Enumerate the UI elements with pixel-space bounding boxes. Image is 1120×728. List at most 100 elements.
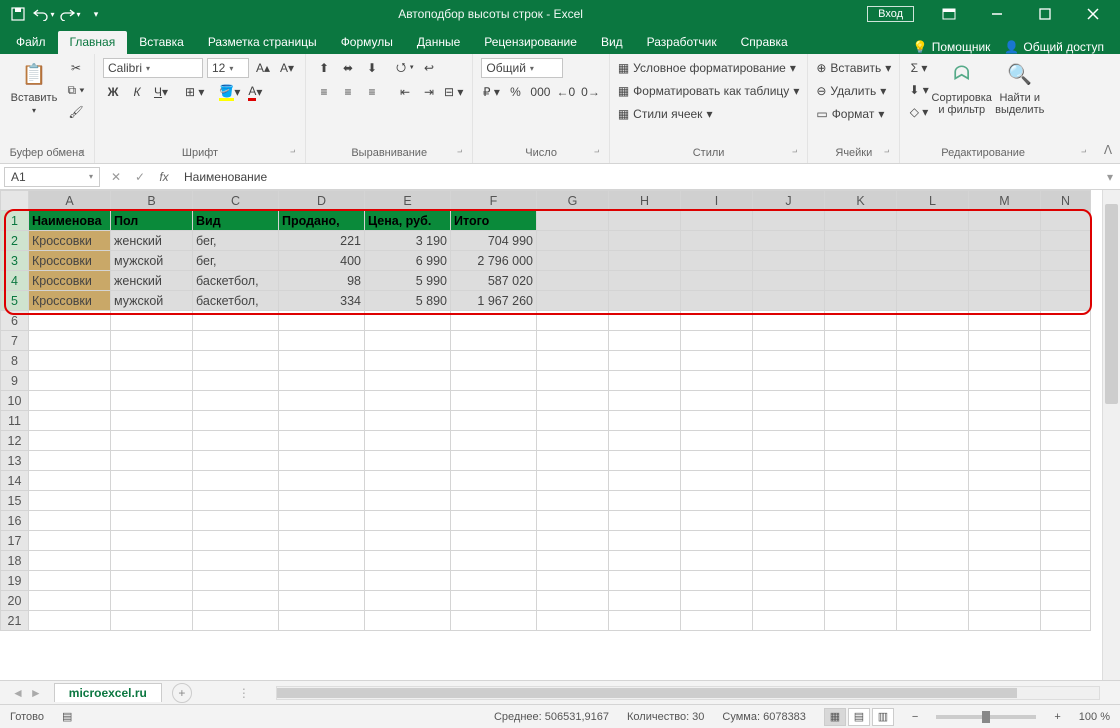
cell[interactable] (753, 311, 825, 331)
cell[interactable] (897, 511, 969, 531)
row-header[interactable]: 13 (1, 451, 29, 471)
cell[interactable] (537, 531, 609, 551)
cell[interactable] (537, 451, 609, 471)
row-header[interactable]: 17 (1, 531, 29, 551)
cell[interactable] (681, 591, 753, 611)
cell[interactable] (681, 231, 753, 251)
cell[interactable] (537, 211, 609, 231)
cell[interactable] (609, 451, 681, 471)
cell[interactable] (537, 611, 609, 631)
cell[interactable]: Вид (193, 211, 279, 231)
formula-input[interactable]: Наименование (176, 170, 1100, 184)
cell[interactable] (111, 571, 193, 591)
cell[interactable] (537, 231, 609, 251)
cell-styles-button[interactable]: ▦Стили ячеек ▾ (618, 104, 713, 124)
cell[interactable]: Цена, руб. (365, 211, 451, 231)
cell[interactable] (609, 591, 681, 611)
cell[interactable]: Кроссовки (29, 291, 111, 311)
cell[interactable] (681, 451, 753, 471)
column-header[interactable]: C (193, 191, 279, 211)
cell[interactable] (111, 331, 193, 351)
align-center-icon[interactable]: ≡ (338, 82, 358, 102)
cell[interactable] (969, 431, 1041, 451)
fill-icon[interactable]: ⬇ ▾ (908, 80, 929, 100)
view-page-layout-icon[interactable]: ▤ (848, 708, 870, 726)
sort-filter-button[interactable]: ᗣ Сортировка и фильтр (936, 58, 988, 116)
cell[interactable] (753, 271, 825, 291)
cell[interactable] (193, 311, 279, 331)
cell[interactable] (537, 311, 609, 331)
shrink-font-icon[interactable]: A▾ (277, 58, 297, 78)
cell[interactable] (537, 431, 609, 451)
cell[interactable]: 2 796 000 (451, 251, 537, 271)
cell[interactable] (969, 231, 1041, 251)
decrease-decimal-icon[interactable]: 0→ (580, 82, 601, 102)
cell[interactable] (1041, 331, 1091, 351)
format-cells-button[interactable]: ▭Формат ▾ (816, 104, 884, 124)
cell[interactable]: 400 (279, 251, 365, 271)
cell[interactable]: Итого (451, 211, 537, 231)
cell[interactable] (193, 331, 279, 351)
align-top-icon[interactable]: ⬆ (314, 58, 334, 78)
cell[interactable] (825, 551, 897, 571)
wrap-icon[interactable]: ↩ (419, 58, 439, 78)
cell[interactable] (681, 291, 753, 311)
cell[interactable] (279, 531, 365, 551)
column-header[interactable]: K (825, 191, 897, 211)
cell[interactable] (451, 511, 537, 531)
cell[interactable] (537, 411, 609, 431)
zoom-slider[interactable] (936, 715, 1036, 719)
cell[interactable] (1041, 271, 1091, 291)
redo-icon[interactable]: ▾ (58, 2, 82, 26)
cell[interactable] (825, 271, 897, 291)
cell[interactable] (969, 531, 1041, 551)
cell[interactable] (279, 471, 365, 491)
cell[interactable] (365, 451, 451, 471)
cell[interactable] (753, 431, 825, 451)
cell[interactable] (111, 551, 193, 571)
tab-view[interactable]: Вид (589, 31, 635, 54)
cell[interactable] (365, 511, 451, 531)
column-header[interactable]: G (537, 191, 609, 211)
cell[interactable] (365, 331, 451, 351)
tab-help[interactable]: Справка (729, 31, 800, 54)
row-header[interactable]: 12 (1, 431, 29, 451)
cell[interactable] (969, 251, 1041, 271)
cell[interactable] (537, 571, 609, 591)
zoom-level[interactable]: 100 % (1079, 711, 1110, 723)
cell[interactable] (365, 431, 451, 451)
cell[interactable] (279, 551, 365, 571)
cell[interactable] (753, 231, 825, 251)
clear-icon[interactable]: ◇ ▾ (908, 102, 929, 122)
column-header[interactable]: L (897, 191, 969, 211)
comma-icon[interactable]: 000 (529, 82, 551, 102)
align-bottom-icon[interactable]: ⬇ (362, 58, 382, 78)
number-format-combo[interactable]: Общий▾ (481, 58, 563, 78)
cell[interactable] (537, 491, 609, 511)
cell[interactable] (825, 311, 897, 331)
cell[interactable] (969, 271, 1041, 291)
cell[interactable] (609, 271, 681, 291)
cell[interactable] (681, 551, 753, 571)
tab-data[interactable]: Данные (405, 31, 472, 54)
cell[interactable] (825, 231, 897, 251)
cell[interactable] (825, 491, 897, 511)
cell[interactable] (825, 331, 897, 351)
cell[interactable] (897, 491, 969, 511)
indent-decrease-icon[interactable]: ⇤ (395, 82, 415, 102)
cell[interactable] (451, 411, 537, 431)
cell[interactable] (609, 551, 681, 571)
italic-button[interactable]: К (127, 82, 147, 102)
cell[interactable] (897, 611, 969, 631)
cell[interactable] (897, 431, 969, 451)
cell[interactable] (969, 311, 1041, 331)
cell[interactable] (193, 591, 279, 611)
cell[interactable] (609, 251, 681, 271)
cell[interactable]: Кроссовки (29, 251, 111, 271)
cell[interactable] (609, 531, 681, 551)
cell[interactable] (681, 391, 753, 411)
cell[interactable] (969, 391, 1041, 411)
cell[interactable] (1041, 391, 1091, 411)
zoom-out-icon[interactable]: − (912, 711, 918, 723)
cell[interactable] (897, 551, 969, 571)
